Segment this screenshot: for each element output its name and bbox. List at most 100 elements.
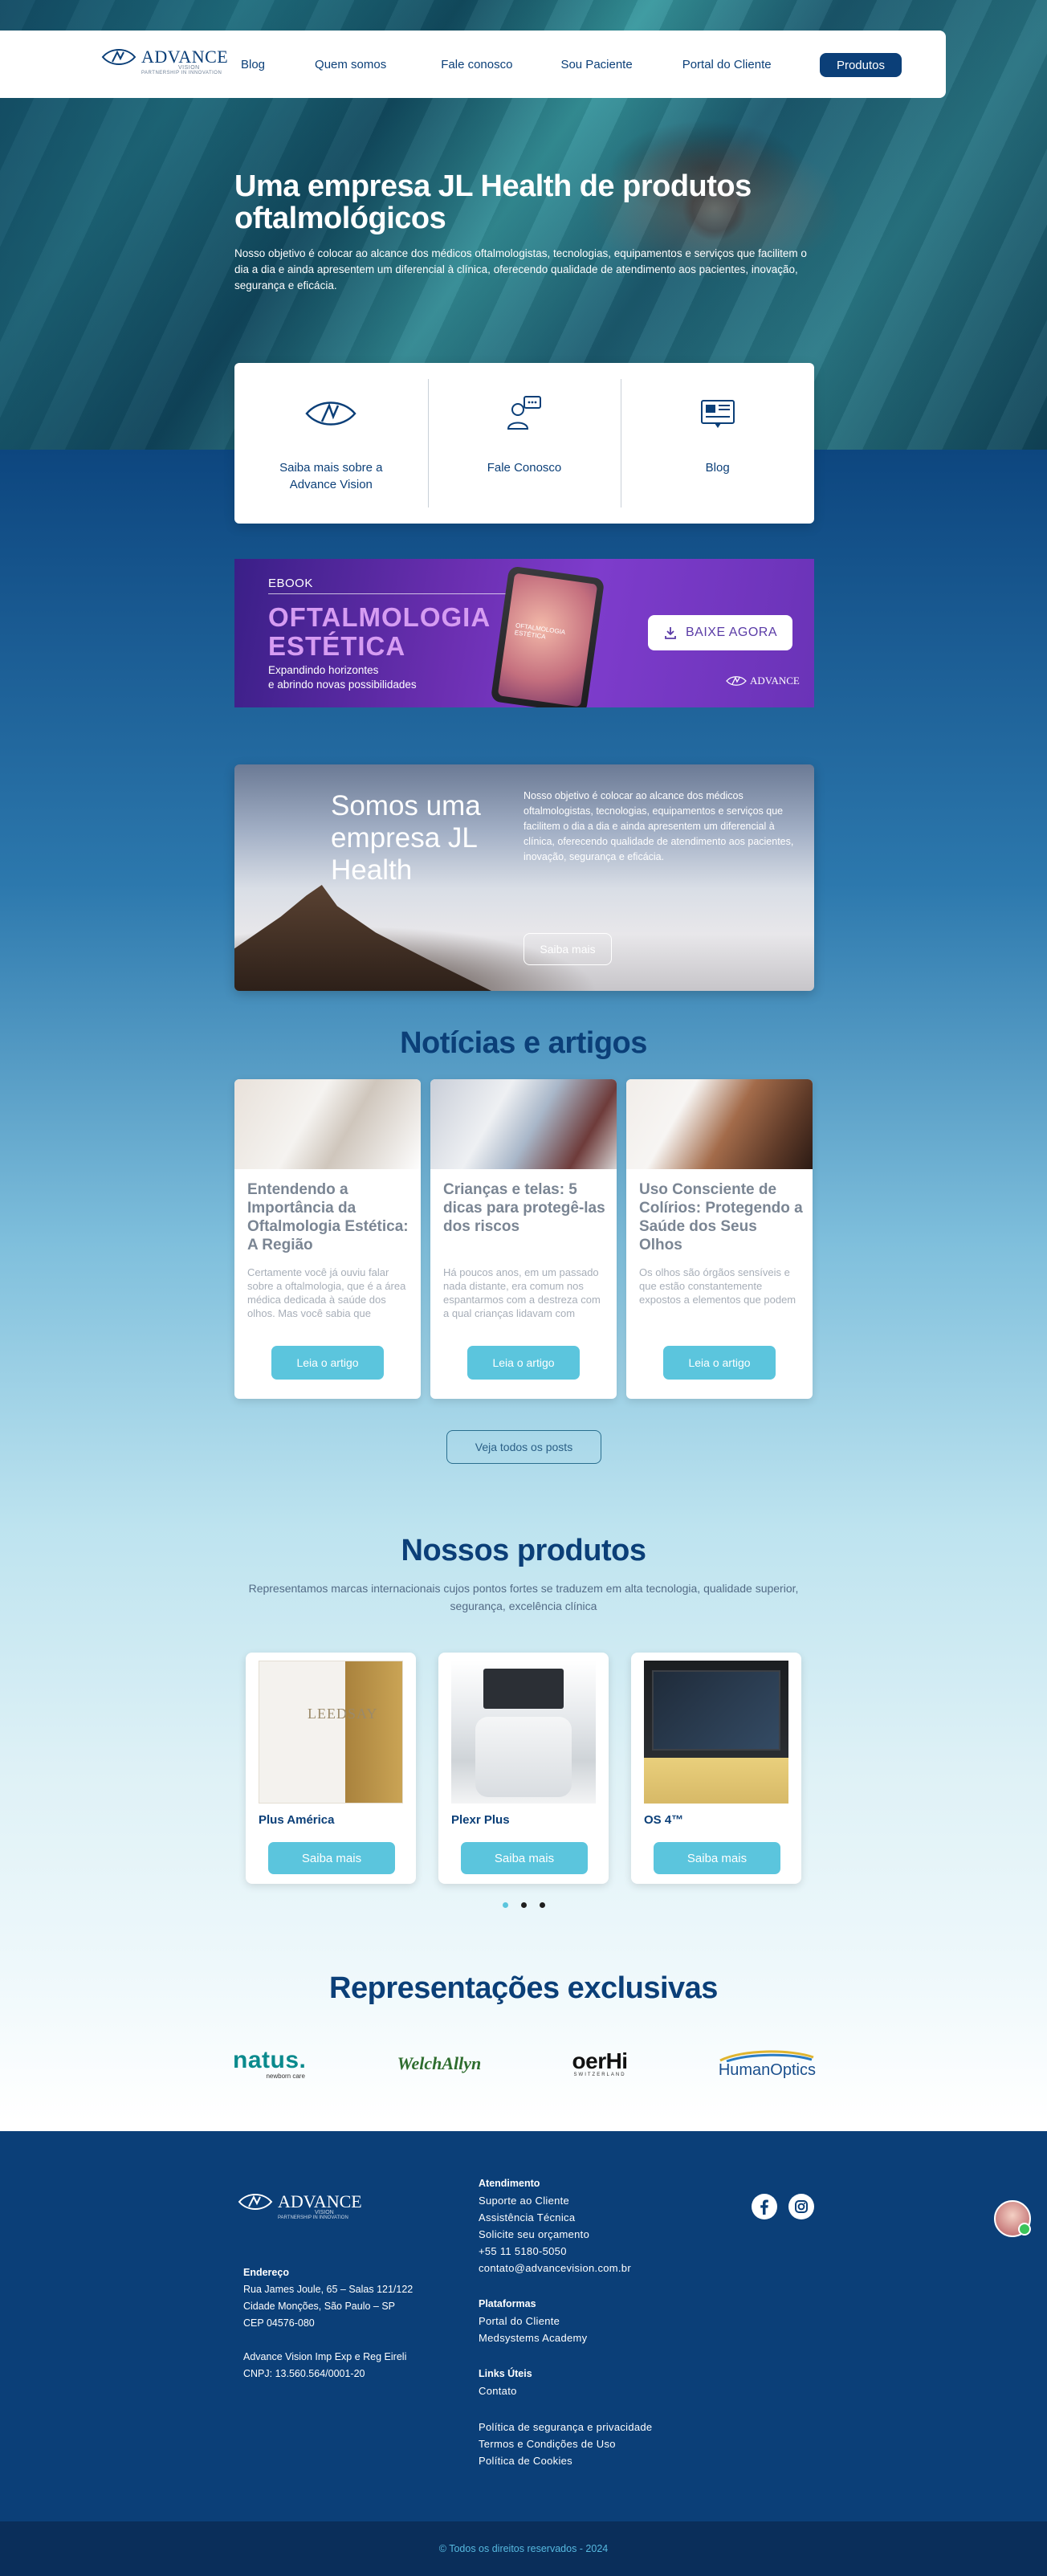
product-saiba-mais-button[interactable]: Saiba mais [461, 1842, 588, 1874]
nav-links: Blog Quem somos Fale conosco Sou Pacient… [241, 31, 828, 98]
quick-links-card: Saiba mais sobre a Advance Vision Fale C… [234, 363, 814, 524]
news-excerpt: Os olhos são órgãos sensíveis e que estã… [639, 1266, 796, 1306]
ebook-logo-text: ADVANCE [750, 675, 800, 687]
address-line: CEP 04576-080 [243, 2317, 315, 2329]
news-card[interactable]: Uso Consciente de Colírios: Protegendo a… [626, 1079, 813, 1399]
ebook-title-line: OFTALMOLOGIA [268, 602, 491, 632]
brand-tagline: newborn care [266, 2072, 305, 2080]
news-title: Entendendo a Importância da Oftalmologia… [247, 1181, 409, 1253]
logo-vision: VISION [178, 65, 200, 71]
welchallyn-logo: WelchAllyn [397, 2053, 482, 2074]
eye-logo-icon [238, 2194, 273, 2210]
brand-name: natus. [233, 2046, 307, 2073]
tablet-text: OFTALMOLOGIA ESTÉTICA [514, 622, 566, 641]
product-card[interactable]: OS 4™ Saiba mais [631, 1653, 801, 1884]
carousel-dot[interactable] [521, 1902, 527, 1908]
natus-logo: natus. newborn care [233, 2048, 306, 2080]
plataformas-heading: Plataformas [479, 2298, 536, 2309]
ebook-subtitle-line: Expandindo horizontes [268, 664, 379, 676]
quick-link-about[interactable]: Saiba mais sobre a Advance Vision [234, 363, 428, 524]
news-card[interactable]: Entendendo a Importância da Oftalmologia… [234, 1079, 421, 1399]
download-ebook-label: BAIXE AGORA [686, 626, 777, 639]
about-saiba-mais-button[interactable]: Saiba mais [524, 933, 612, 965]
ebook-divider [268, 593, 509, 594]
carousel-dot[interactable] [503, 1902, 508, 1908]
contact-chat-icon [498, 395, 551, 432]
news-title: Uso Consciente de Colírios: Protegendo a… [639, 1181, 803, 1253]
footer-link-contato[interactable]: Contato [479, 2382, 743, 2399]
footer-link-academy[interactable]: Medsystems Academy [479, 2329, 743, 2346]
all-posts-button[interactable]: Veja todos os posts [446, 1430, 601, 1464]
quick-link-label: Blog [705, 461, 730, 475]
nav-link-portal-do-cliente[interactable]: Portal do Cliente [682, 58, 772, 71]
news-section-title: Notícias e artigos [400, 1026, 647, 1060]
download-icon [665, 627, 676, 639]
address-line: Rua James Joule, 65 – Salas 121/122 [243, 2284, 414, 2295]
chat-avatar-button[interactable] [994, 2200, 1031, 2237]
oertli-logo: oerHi SWITZERLAND [572, 2050, 629, 2078]
carousel-dot[interactable] [540, 1902, 545, 1908]
instagram-icon[interactable] [788, 2194, 814, 2219]
eye-logo-icon [101, 49, 136, 65]
nav-link-blog[interactable]: Blog [241, 58, 265, 71]
footer-link-suporte[interactable]: Suporte ao Cliente [479, 2192, 743, 2209]
ebook-title-line: ESTÉTICA [268, 631, 406, 661]
about-text: Nosso objetivo é colocar ao alcance dos … [524, 790, 794, 862]
news-image [626, 1079, 813, 1169]
humanoptics-logo: HumanOptics [719, 2049, 816, 2078]
quick-link-contact[interactable]: Fale Conosco [427, 363, 621, 524]
products-section-title: Nossos produtos [401, 1534, 646, 1567]
footer-link-cookies[interactable]: Política de Cookies [479, 2452, 743, 2469]
product-card[interactable]: LEEDSAY Plus América Saiba mais [246, 1653, 416, 1884]
product-image: LEEDSAY [259, 1661, 403, 1804]
nav-link-fale-conosco[interactable]: Fale conosco [441, 58, 512, 71]
nav-link-sou-paciente[interactable]: Sou Paciente [560, 58, 632, 71]
news-card[interactable]: Crianças e telas: 5 dicas para protegê-l… [430, 1079, 617, 1399]
ebook-banner[interactable]: EBOOK OFTALMOLOGIA ESTÉTICA Expandindo h… [234, 559, 814, 707]
read-article-button[interactable]: Leia o artigo [663, 1346, 776, 1380]
product-image [644, 1661, 788, 1804]
product-saiba-mais-button[interactable]: Saiba mais [268, 1842, 395, 1874]
footer-link-termos[interactable]: Termos e Condições de Uso [479, 2435, 743, 2452]
news-excerpt: Certamente você já ouviu falar sobre a o… [247, 1266, 406, 1319]
footer-logo[interactable]: ADVANCE VISION PARTNERSHIP IN INNOVATION [238, 2191, 362, 2220]
footer-phone[interactable]: +55 11 5180-5050 [479, 2243, 743, 2260]
brand-tagline: SWITZERLAND [573, 2073, 626, 2077]
ebook-subtitle: Expandindo horizontes e abrindo novas po… [268, 663, 417, 692]
footer-email[interactable]: contato@advancevision.com.br [479, 2260, 743, 2276]
brand-logos: natus. newborn care WelchAllyn oerHi SWI… [233, 2040, 816, 2088]
blog-newspaper-icon [691, 395, 744, 432]
product-box-label: LEEDSAY [308, 1706, 378, 1722]
news-list: Entendendo a Importância da Oftalmologia… [234, 1079, 814, 1399]
ebook-title: OFTALMOLOGIA ESTÉTICA [268, 603, 491, 661]
products-carousel: LEEDSAY Plus América Saiba mais Plexr Pl… [246, 1653, 803, 1884]
download-ebook-button[interactable]: BAIXE AGORA [648, 615, 792, 650]
hero-title: Uma empresa JL Health de produtos oftalm… [234, 169, 752, 235]
quick-link-blog[interactable]: Blog [621, 363, 814, 524]
footer: ADVANCE VISION PARTNERSHIP IN INNOVATION… [0, 2131, 1047, 2521]
brand-name: HumanOptics [718, 2061, 816, 2079]
product-image [451, 1661, 596, 1804]
tablet-image: OFTALMOLOGIA ESTÉTICA [490, 565, 605, 707]
copyright-text: © Todos os direitos reservados - 2024 [438, 2543, 609, 2554]
read-article-button[interactable]: Leia o artigo [271, 1346, 384, 1380]
product-saiba-mais-button[interactable]: Saiba mais [654, 1842, 780, 1874]
footer-link-privacidade[interactable]: Política de segurança e privacidade [479, 2419, 743, 2435]
nav-link-quem-somos[interactable]: Quem somos [315, 58, 386, 71]
footer-link-orcamento[interactable]: Solicite seu orçamento [479, 2226, 743, 2243]
top-navbar: ADVANCE VISION PARTNERSHIP IN INNOVATION… [0, 31, 946, 98]
product-card[interactable]: Plexr Plus Saiba mais [438, 1653, 609, 1884]
footer-logo-tagline: PARTNERSHIP IN INNOVATION [278, 2215, 348, 2220]
humanoptics-swoosh-icon [719, 2050, 814, 2062]
ebook-tag: EBOOK [268, 577, 313, 590]
footer-link-portal[interactable]: Portal do Cliente [479, 2313, 743, 2329]
about-title: Somos uma empresa JL Health [331, 790, 481, 886]
facebook-icon[interactable] [752, 2194, 777, 2219]
advance-vision-logo[interactable]: ADVANCE VISION PARTNERSHIP IN INNOVATION [101, 47, 228, 75]
social-links [752, 2194, 814, 2219]
copyright-bar: © Todos os direitos reservados - 2024 [0, 2521, 1047, 2576]
read-article-button[interactable]: Leia o artigo [467, 1346, 580, 1380]
produtos-button[interactable]: Produtos [820, 53, 902, 77]
mountain-image [234, 885, 491, 991]
footer-link-assistencia[interactable]: Assistência Técnica [479, 2209, 743, 2226]
